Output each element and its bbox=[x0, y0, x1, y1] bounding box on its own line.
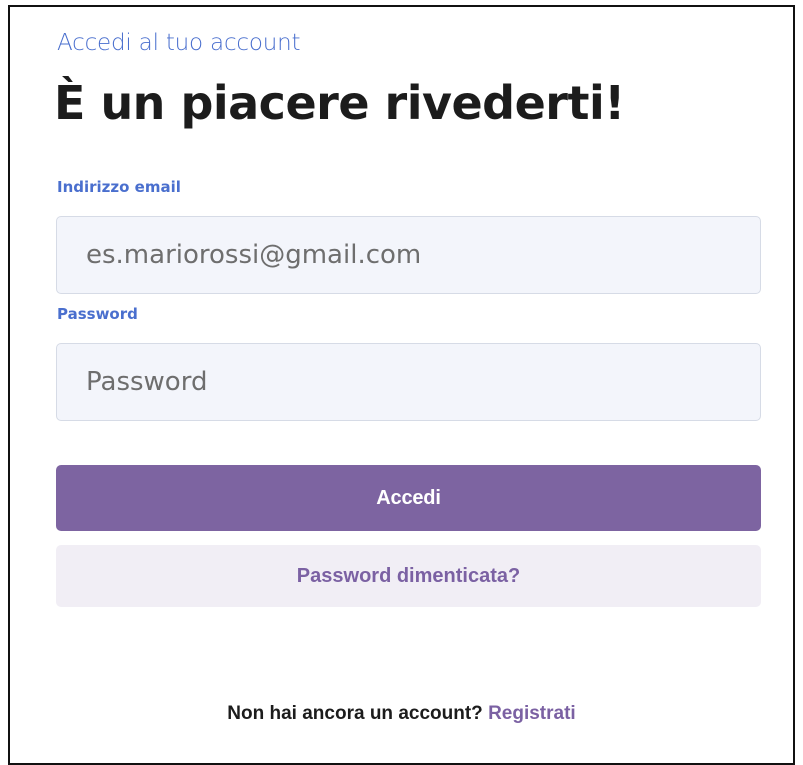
login-subtitle: Accedi al tuo account bbox=[57, 30, 301, 56]
login-button[interactable]: Accedi bbox=[56, 465, 761, 531]
email-label: Indirizzo email bbox=[57, 178, 181, 196]
forgot-password-button[interactable]: Password dimenticata? bbox=[56, 545, 761, 607]
page-title: È un piacere rivederti! bbox=[54, 76, 625, 130]
password-label: Password bbox=[57, 305, 138, 323]
email-field[interactable] bbox=[56, 216, 761, 294]
password-field[interactable] bbox=[56, 343, 761, 421]
signup-link[interactable]: Registrati bbox=[488, 703, 576, 724]
signup-prompt-text: Non hai ancora un account? bbox=[227, 703, 483, 724]
signup-prompt: Non hai ancora un account? Registrati bbox=[0, 703, 803, 725]
